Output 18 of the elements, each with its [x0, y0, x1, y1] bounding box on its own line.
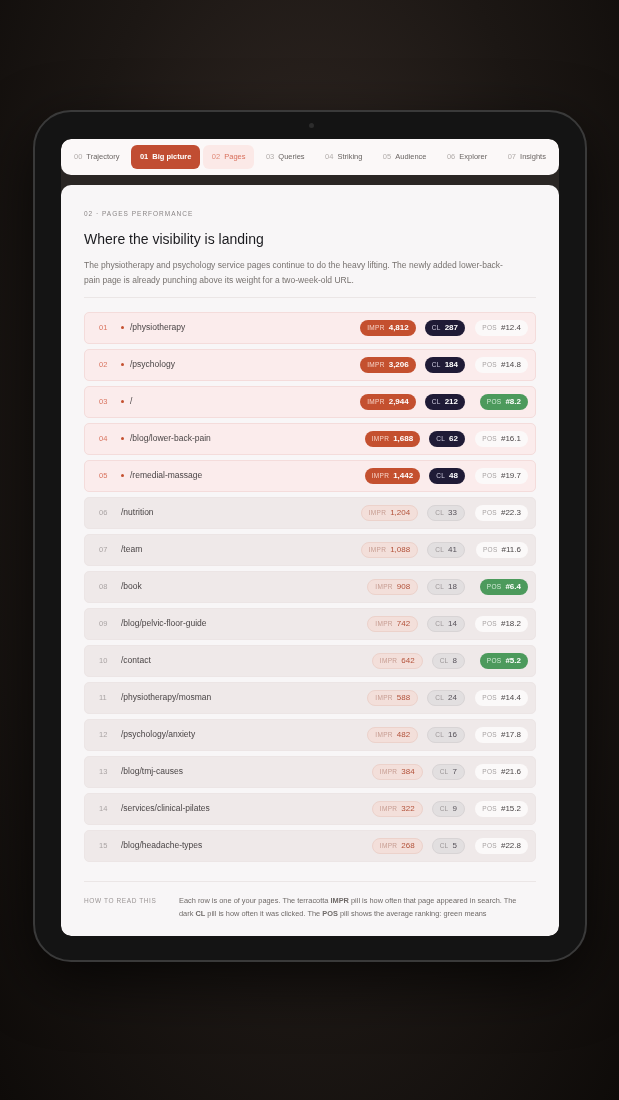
- page-path: /nutrition: [121, 506, 155, 520]
- page-path: /blog/pelvic-floor-guide: [121, 617, 208, 631]
- page-path: /: [130, 395, 134, 409]
- section-title: Where the visibility is landing: [84, 229, 265, 249]
- page-path: /psychology/anxiety: [121, 728, 197, 742]
- page-path: /blog/headache-types: [121, 839, 204, 853]
- section-description: The physiotherapy and psychology service pages continue to do the heavy lifting. The newly added lower-back-pain page is already punching above its weight for a two-week-old URL.: [84, 258, 504, 287]
- page-path: /remedial-massage: [130, 469, 204, 483]
- camera-icon: [309, 123, 314, 128]
- page-path: /contact: [121, 654, 152, 668]
- page-path: /psychology: [130, 358, 176, 372]
- page-path: /blog/lower-back-pain: [130, 432, 212, 446]
- page-path: /book: [121, 580, 143, 594]
- page-path: /services/clinical-pilates: [121, 802, 211, 816]
- page-path: /physiotherapy: [130, 321, 187, 335]
- page-path: /team: [121, 543, 144, 557]
- page-path: /physiotherapy/mosman: [121, 691, 213, 705]
- page-path: /blog/tmj-causes: [121, 765, 184, 779]
